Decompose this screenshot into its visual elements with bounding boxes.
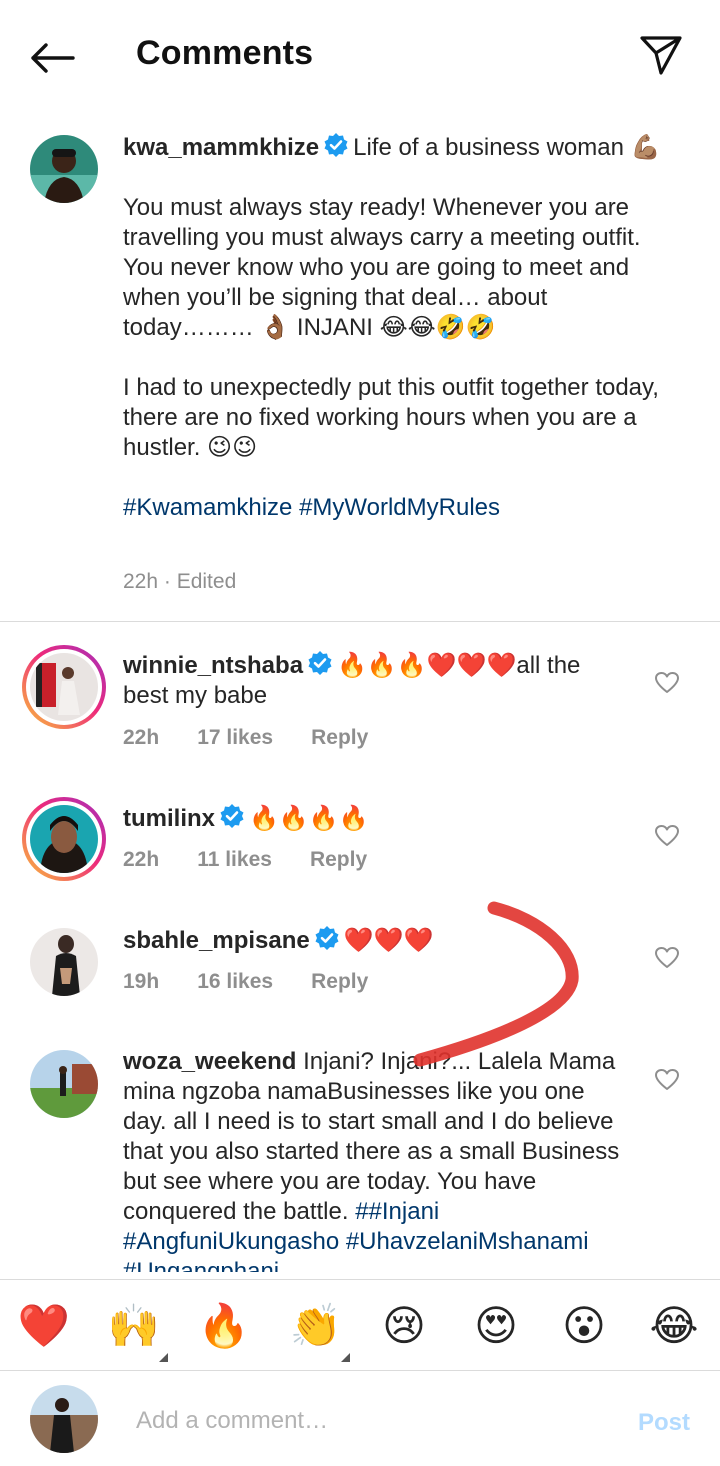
variant-indicator-icon: [341, 1353, 350, 1362]
emoji-reaction-bar: ❤️ 🙌 🔥 👏 😢 😍 😮 😂: [0, 1279, 720, 1371]
reply-button[interactable]: Reply: [311, 726, 368, 750]
page-title: Comments: [136, 34, 314, 72]
comment-time: 22h: [123, 726, 160, 749]
post-author-avatar[interactable]: [30, 135, 98, 203]
back-arrow-icon: [31, 43, 75, 73]
caption-line: Life of a business woman 💪🏽: [353, 134, 661, 161]
reply-button[interactable]: Reply: [310, 848, 367, 872]
comment-likes[interactable]: 16 likes: [197, 970, 273, 994]
emoji-crying-button[interactable]: 😢: [376, 1298, 432, 1354]
divider: [0, 621, 720, 622]
comment-text: winnie_ntshaba 🔥🔥🔥❤️❤️❤️all the best my b…: [123, 650, 623, 711]
current-user-avatar: [30, 1385, 98, 1453]
commenter-username[interactable]: sbahle_mpisane: [123, 927, 310, 954]
verified-badge-icon: [308, 651, 332, 675]
emoji-clap: 👏: [289, 1302, 343, 1349]
commenter-avatar[interactable]: [30, 1050, 98, 1118]
heart-icon[interactable]: [654, 945, 680, 971]
caption-line: I had to unexpectedly put this outfit to…: [123, 374, 659, 461]
comment-meta: 19h 16 likes Reply: [123, 970, 406, 994]
emoji-raised-hands: 🙌: [107, 1302, 161, 1349]
heart-icon[interactable]: [654, 670, 680, 696]
comment-time: 22h: [123, 848, 160, 871]
comment-meta: 22h 11 likes Reply: [123, 848, 405, 872]
commenter-username[interactable]: tumilinx: [123, 805, 215, 832]
verified-badge-icon: [220, 804, 244, 828]
verified-badge-icon: [315, 926, 339, 950]
caption-hashtags[interactable]: #Kwamamkhize #MyWorldMyRules: [123, 493, 683, 523]
commenter-username[interactable]: woza_weekend: [123, 1048, 296, 1075]
caption-line: You must always stay ready! Whenever you…: [123, 194, 641, 341]
commenter-username[interactable]: winnie_ntshaba: [123, 652, 303, 679]
comment-text: tumilinx 🔥🔥🔥🔥: [123, 803, 623, 834]
emoji-raised-hands-button[interactable]: 🙌: [106, 1298, 168, 1362]
emoji-heart-button[interactable]: ❤️: [16, 1298, 72, 1354]
heart-icon[interactable]: [654, 823, 680, 849]
reply-button[interactable]: Reply: [311, 970, 368, 994]
verified-badge-icon: [324, 133, 348, 157]
post-timestamp: 22h · Edited: [123, 570, 237, 593]
emoji-laughing-button[interactable]: 😂: [646, 1298, 702, 1354]
commenter-avatar: [30, 653, 98, 721]
comment-likes[interactable]: 11 likes: [197, 848, 272, 872]
emoji-heart-eyes-button[interactable]: 😍: [468, 1298, 524, 1354]
commenter-avatar[interactable]: [30, 928, 98, 996]
comment-body: 🔥🔥🔥🔥: [249, 805, 369, 832]
comment-composer: Post: [0, 1371, 720, 1466]
comment-likes[interactable]: 17 likes: [197, 726, 273, 750]
back-button[interactable]: [26, 36, 78, 80]
emoji-clap-button[interactable]: 👏: [288, 1298, 350, 1362]
variant-indicator-icon: [159, 1353, 168, 1362]
emoji-fire-button[interactable]: 🔥: [196, 1298, 252, 1354]
story-ring[interactable]: [22, 645, 106, 729]
heart-icon[interactable]: [654, 1067, 680, 1093]
post-button[interactable]: Post: [638, 1409, 690, 1437]
paper-plane-icon: [640, 36, 682, 75]
header-bar: Comments: [0, 0, 720, 110]
share-button[interactable]: [636, 30, 686, 80]
comment-text: woza_weekend Injani? Injani?... Lalela M…: [123, 1047, 623, 1272]
add-comment-input[interactable]: [136, 1401, 576, 1441]
comment-body: ❤️❤️❤️: [343, 927, 434, 954]
comment-meta: 22h 17 likes Reply: [123, 726, 406, 750]
post-author-username[interactable]: kwa_mammkhize: [123, 134, 319, 161]
story-ring[interactable]: [22, 797, 106, 881]
comment-text: sbahle_mpisane ❤️❤️❤️: [123, 925, 623, 956]
comment-time: 19h: [123, 970, 160, 993]
post-caption: kwa_mammkhize Life of a business woman 💪🏽…: [123, 132, 683, 523]
emoji-surprised-button[interactable]: 😮: [556, 1298, 612, 1354]
commenter-avatar: [30, 805, 98, 873]
